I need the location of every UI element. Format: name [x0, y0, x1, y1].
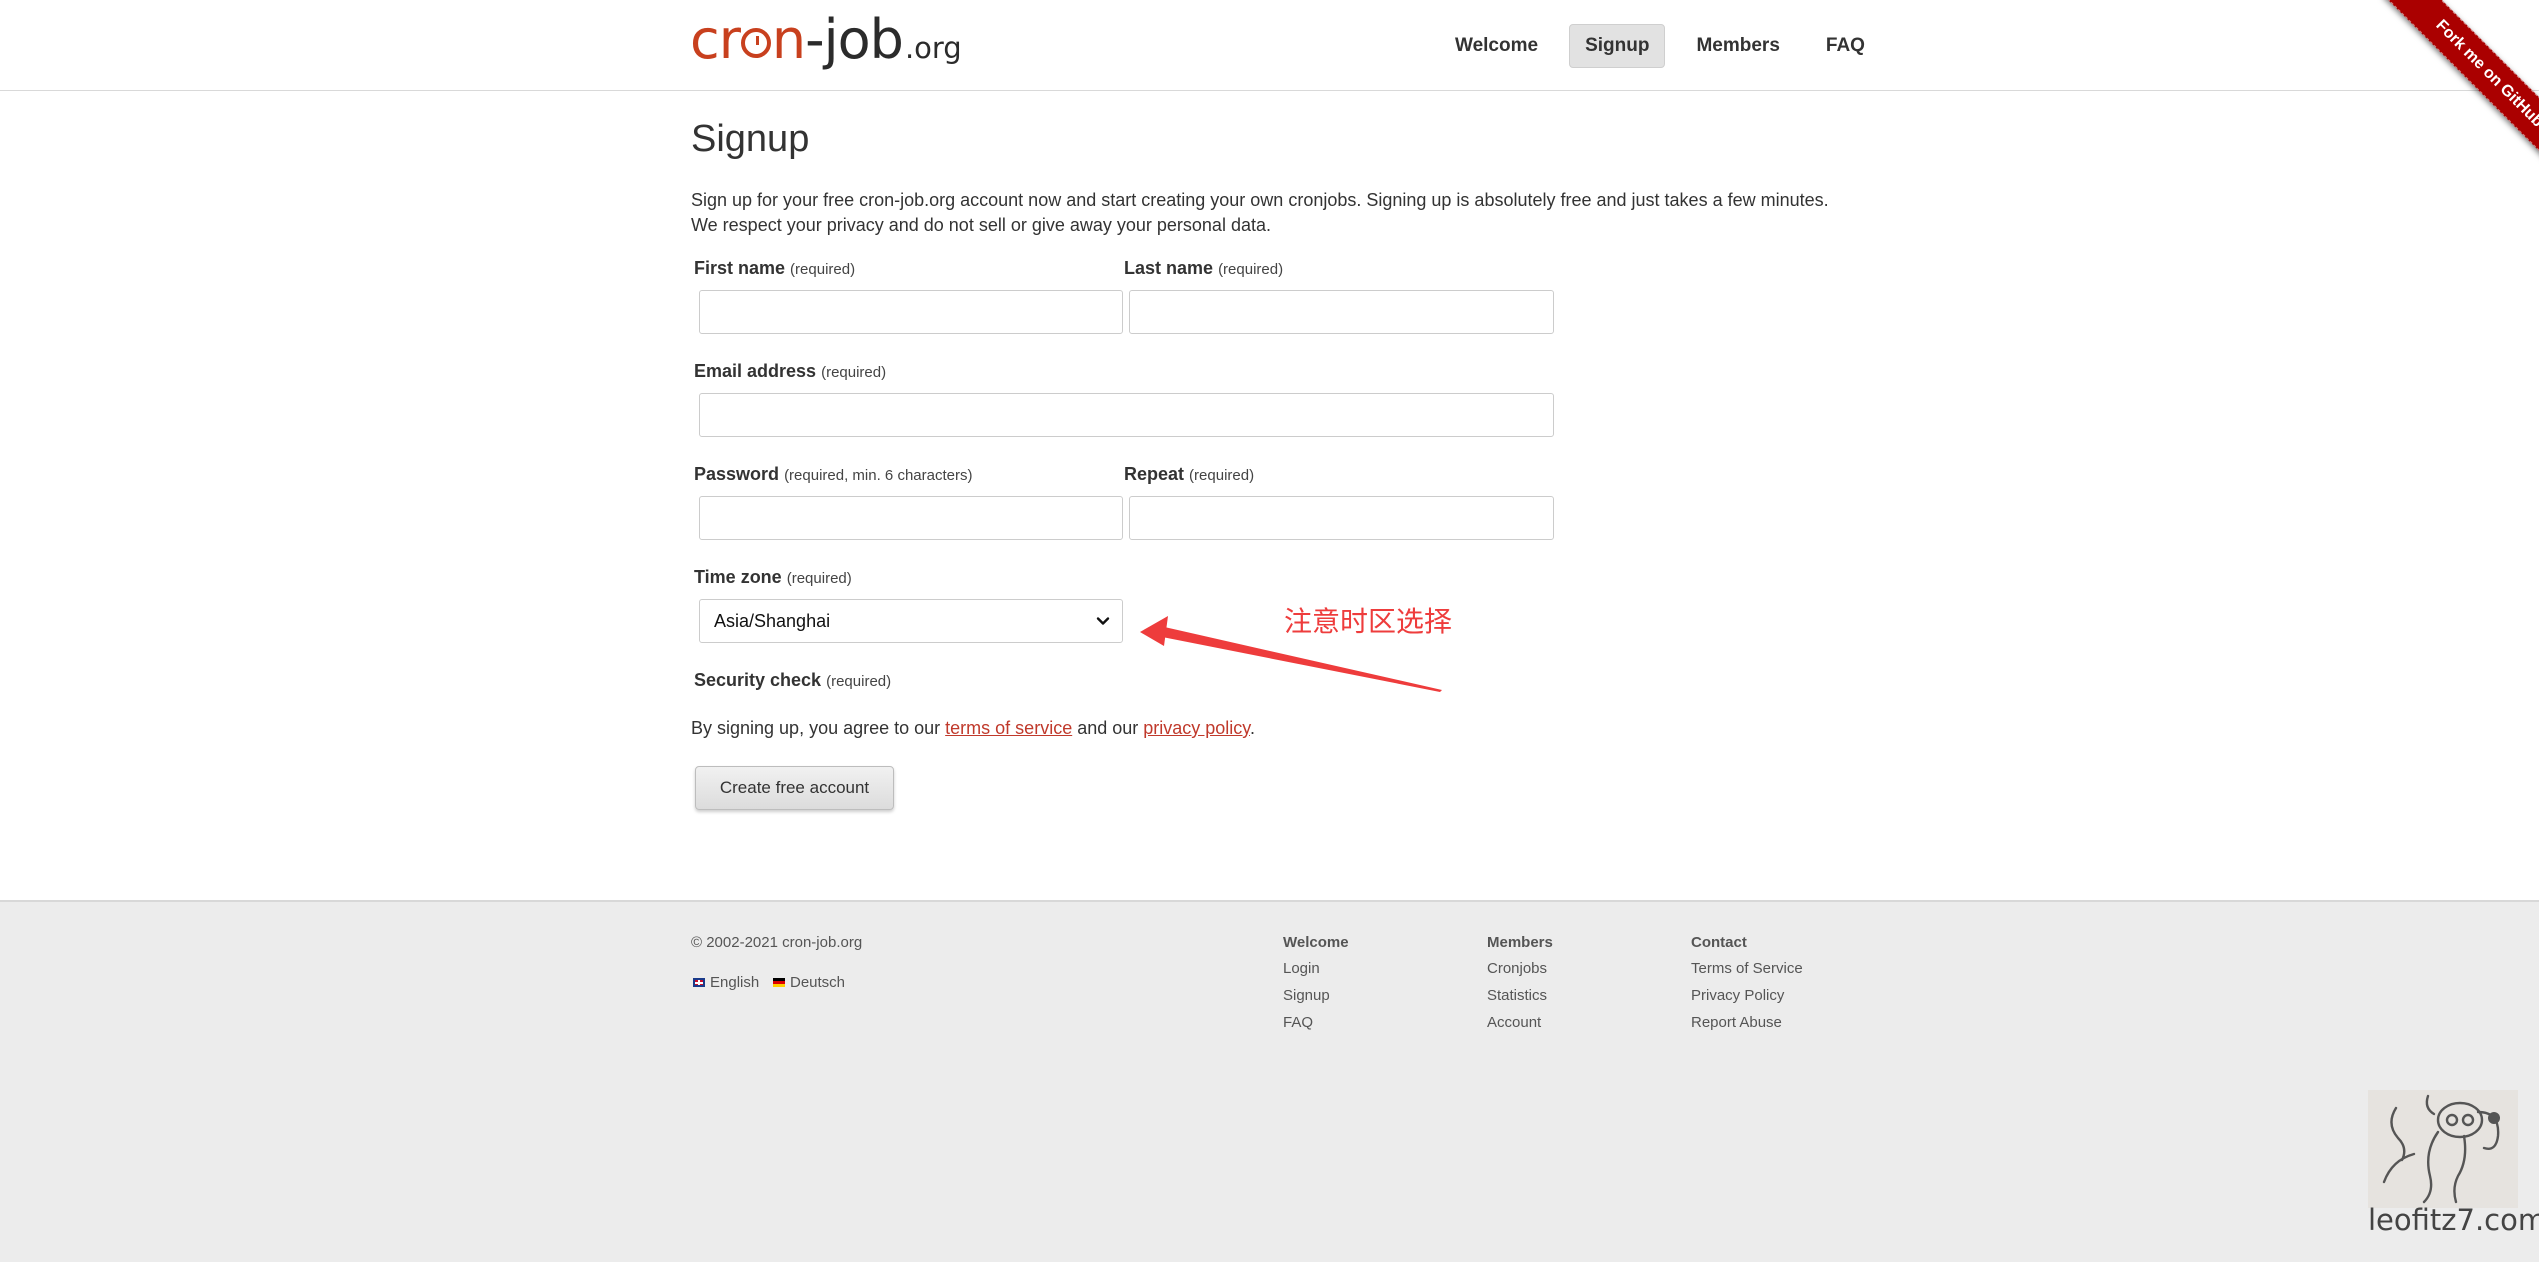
footer-link-faq[interactable]: FAQ	[1283, 1014, 1349, 1031]
chevron-down-icon	[1096, 617, 1110, 625]
page-title: Signup	[691, 118, 810, 160]
password-label: Password (required, min. 6 characters)	[694, 464, 972, 485]
terms-prefix: By signing up, you agree to our	[691, 718, 946, 738]
timezone-label-text: Time zone	[694, 567, 782, 587]
nav-signup[interactable]: Signup	[1569, 24, 1666, 68]
password-required-note: (required, min. 6 characters)	[784, 467, 973, 484]
terms-middle: and our	[1072, 718, 1144, 738]
privacy-policy-link[interactable]: privacy policy	[1143, 718, 1250, 738]
create-account-button[interactable]: Create free account	[695, 766, 894, 810]
intro-text: Sign up for your free cron-job.org accou…	[691, 190, 1829, 235]
terms-suffix: .	[1249, 718, 1255, 738]
repeat-password-input[interactable]	[1129, 496, 1554, 540]
timezone-required-note: (required)	[786, 570, 852, 587]
footer-link-cronjobs[interactable]: Cronjobs	[1487, 960, 1553, 977]
nav-welcome[interactable]: Welcome	[1440, 24, 1553, 68]
terms-of-service-link[interactable]: terms of service	[945, 718, 1072, 738]
email-input[interactable]	[699, 393, 1554, 437]
copyright-text: © 2002-2021 cron-job.org	[691, 934, 863, 951]
first-name-label-text: First name	[694, 258, 786, 278]
footer-column-members: Members Cronjobs Statistics Account	[1487, 934, 1553, 1041]
email-label: Email address (required)	[694, 361, 886, 382]
site-header: cr n -job .org Welcome Signup Members FAQ F…	[0, 0, 2539, 180]
last-name-input[interactable]	[1129, 290, 1554, 334]
site-logo[interactable]: cr n -job .org	[690, 8, 962, 72]
email-label-text: Email address	[694, 361, 817, 381]
repeat-label: Repeat (required)	[1124, 464, 1254, 485]
footer-column-welcome: Welcome Login Signup FAQ	[1283, 934, 1349, 1041]
password-input[interactable]	[699, 496, 1123, 540]
repeat-required-note: (required)	[1189, 467, 1255, 484]
first-name-required-note: (required)	[790, 261, 856, 278]
footer-heading-welcome: Welcome	[1283, 934, 1349, 951]
logo-job-text: -job	[805, 8, 904, 71]
logo-n-text: n	[771, 8, 806, 71]
logo-cron-text: cr	[690, 8, 741, 71]
security-check-label-text: Security check	[694, 670, 822, 690]
repeat-label-text: Repeat	[1124, 464, 1185, 484]
footer-link-signup[interactable]: Signup	[1283, 987, 1349, 1004]
password-label-text: Password	[694, 464, 780, 484]
footer-heading-contact: Contact	[1691, 934, 1747, 951]
github-ribbon: Fork me on GitHub	[2359, 0, 2539, 180]
site-footer: © 2002-2021 cron-job.org English Deutsch…	[0, 900, 2539, 1262]
language-english[interactable]: English	[693, 974, 759, 991]
footer-link-terms[interactable]: Terms of Service	[1691, 960, 1803, 977]
uk-flag-icon	[693, 978, 705, 987]
last-name-label: Last name (required)	[1124, 258, 1283, 279]
security-check-required-note: (required)	[826, 673, 892, 690]
nav-faq[interactable]: FAQ	[1811, 24, 1880, 68]
email-required-note: (required)	[821, 364, 887, 381]
main-nav: Welcome Signup Members FAQ	[1440, 24, 1880, 68]
last-name-required-note: (required)	[1218, 261, 1284, 278]
footer-column-contact: Contact Terms of Service Privacy Policy …	[1691, 934, 1803, 1041]
timezone-select[interactable]: Asia/Shanghai	[699, 599, 1123, 643]
timezone-label: Time zone (required)	[694, 567, 852, 588]
footer-link-report-abuse[interactable]: Report Abuse	[1691, 1014, 1803, 1031]
timezone-selected-value: Asia/Shanghai	[714, 610, 831, 631]
fork-on-github-link[interactable]: Fork me on GitHub	[2383, 0, 2539, 180]
de-flag-icon	[773, 978, 785, 987]
footer-link-privacy[interactable]: Privacy Policy	[1691, 987, 1803, 1004]
footer-heading-members: Members	[1487, 934, 1553, 951]
nav-members[interactable]: Members	[1681, 24, 1794, 68]
watermark-text: leofitz7.com	[2368, 1203, 2539, 1237]
security-check-label: Security check (required)	[694, 670, 891, 691]
language-english-label: English	[710, 974, 760, 991]
clock-logo-icon	[740, 28, 771, 58]
logo-org-text: .org	[904, 31, 962, 65]
footer-link-account[interactable]: Account	[1487, 1014, 1553, 1031]
language-deutsch[interactable]: Deutsch	[773, 974, 845, 991]
first-name-label: First name (required)	[694, 258, 855, 279]
first-name-input[interactable]	[699, 290, 1123, 334]
footer-link-login[interactable]: Login	[1283, 960, 1349, 977]
footer-link-statistics[interactable]: Statistics	[1487, 987, 1553, 1004]
timezone-annotation: 注意时区选择	[1284, 605, 1453, 638]
language-deutsch-label: Deutsch	[790, 974, 846, 991]
terms-notice: By signing up, you agree to our terms of…	[691, 718, 1255, 739]
last-name-label-text: Last name	[1124, 258, 1214, 278]
